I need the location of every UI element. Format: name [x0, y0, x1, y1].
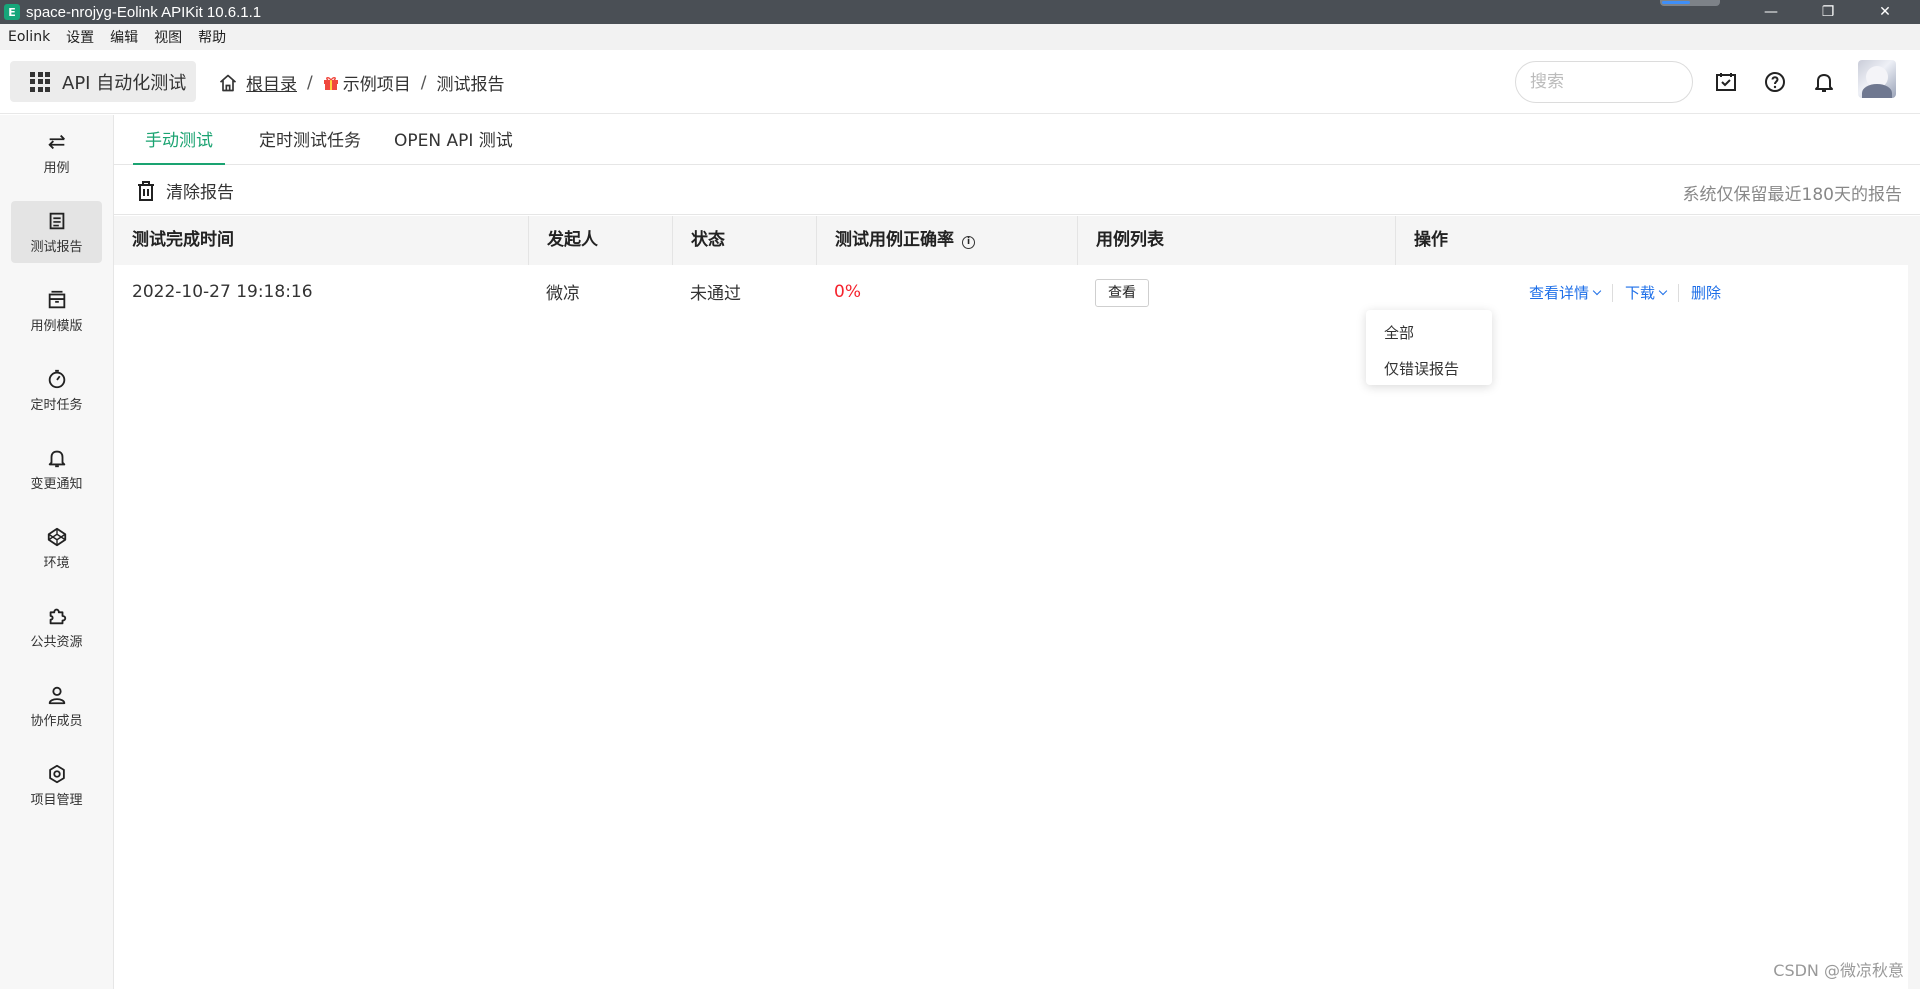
timer-icon: [48, 369, 65, 388]
puzzle-icon: [49, 608, 66, 624]
clear-reports-button[interactable]: 清除报告: [136, 178, 234, 203]
column-header-initiator: 发起人: [528, 216, 672, 265]
menu-edit[interactable]: 编辑: [102, 27, 146, 47]
column-header-actions: 操作: [1395, 216, 1908, 265]
bell-icon[interactable]: [1812, 70, 1836, 94]
menu-bar: Eolink 设置 编辑 视图 帮助: [0, 24, 1920, 50]
menu-eolink[interactable]: Eolink: [0, 29, 58, 45]
info-icon[interactable]: i: [962, 236, 975, 249]
breadcrumb-current: 测试报告: [436, 75, 505, 95]
delete-link[interactable]: 删除: [1691, 282, 1721, 303]
close-window-button[interactable]: ✕: [1862, 0, 1908, 24]
cell-case-list: 查看: [1077, 266, 1149, 322]
product-switcher[interactable]: API 自动化测试: [10, 61, 196, 102]
cell-time: 2022-10-27 19:18:16: [132, 282, 313, 302]
retention-notice: 系统仅保留最近180天的报告: [1682, 185, 1902, 205]
table-row: 2022-10-27 19:18:16 微凉 未通过 0% 查看 查看详情 下载…: [114, 265, 1908, 321]
download-dropdown[interactable]: 下载: [1625, 282, 1668, 303]
sidebar-item-label: 环境: [43, 555, 70, 571]
sidebar-item-cases[interactable]: 用例: [11, 122, 102, 184]
sidebar-item-resources[interactable]: 公共资源: [11, 596, 102, 658]
restore-button[interactable]: ❐: [1805, 0, 1851, 24]
swap-arrows-icon: [47, 134, 65, 149]
window-titlebar: E space-nrojyg-Eolink APIKit 10.6.1.1 — …: [0, 0, 1920, 24]
report-tabs: 手动测试 定时测试任务 OPEN API 测试: [114, 115, 1920, 165]
settings-icon: [48, 764, 65, 783]
app-logo-icon: E: [4, 4, 20, 20]
sidebar-item-label: 用例: [43, 160, 70, 176]
chevron-down-icon: [1658, 286, 1668, 296]
view-details-menu: 全部 仅错误报告: [1366, 310, 1492, 385]
watermark: CSDN @微凉秋意: [1773, 961, 1904, 980]
trash-icon: [138, 180, 154, 201]
column-header-status: 状态: [672, 216, 816, 265]
user-icon: [48, 686, 65, 704]
sidebar-item-reports[interactable]: 测试报告: [11, 201, 102, 263]
avatar[interactable]: [1858, 60, 1896, 98]
window-title: space-nrojyg-Eolink APIKit 10.6.1.1: [26, 3, 262, 21]
sidebar-item-label: 变更通知: [30, 476, 83, 492]
help-icon[interactable]: [1763, 70, 1787, 94]
row-actions: 查看详情 下载 删除: [1529, 282, 1721, 303]
sidebar-item-label: 协作成员: [30, 713, 83, 729]
titlebar-indicator: [1660, 0, 1720, 6]
column-header-cases: 用例列表: [1077, 216, 1395, 265]
bell-icon: [48, 450, 65, 467]
sidebar-item-label: 公共资源: [30, 634, 83, 650]
column-header-rate-label: 测试用例正确率: [835, 230, 954, 250]
menu-view[interactable]: 视图: [146, 27, 190, 47]
breadcrumb-project[interactable]: 示例项目: [343, 70, 411, 95]
breadcrumb-separator: /: [307, 72, 313, 93]
sidebar-item-notifications[interactable]: 变更通知: [11, 438, 102, 500]
gift-icon: [323, 76, 338, 90]
sidebar-item-label: 用例模版: [30, 318, 83, 334]
cell-initiator: 微凉: [546, 284, 580, 304]
sidebar-item-members[interactable]: 协作成员: [11, 675, 102, 737]
sidebar-item-environment[interactable]: 环境: [11, 517, 102, 579]
breadcrumb-root[interactable]: 根目录: [246, 70, 297, 95]
menu-item-errors-only[interactable]: 仅错误报告: [1366, 352, 1492, 388]
tab-open-api-test[interactable]: OPEN API 测试: [382, 129, 525, 165]
report-toolbar: 清除报告 系统仅保留最近180天的报告: [114, 166, 1920, 215]
template-icon: [48, 290, 65, 308]
home-icon: [219, 74, 237, 91]
cell-rate: 0%: [834, 282, 861, 302]
menu-item-all[interactable]: 全部: [1366, 316, 1492, 352]
search-input[interactable]: 搜索: [1515, 61, 1693, 103]
scrollbar-track[interactable]: [1908, 216, 1920, 989]
divider: [1612, 283, 1614, 302]
clear-reports-label: 清除报告: [166, 183, 234, 203]
menu-settings[interactable]: 设置: [58, 27, 102, 47]
column-header-rate: 测试用例正确率 i: [816, 216, 1077, 265]
sidebar-item-templates[interactable]: 用例模版: [11, 280, 102, 342]
table-header: 测试完成时间 发起人 状态 测试用例正确率 i 用例列表 操作: [114, 216, 1908, 265]
view-details-label: 查看详情: [1529, 284, 1590, 302]
sidebar-item-project-settings[interactable]: 项目管理: [11, 754, 102, 816]
sidebar-item-label: 项目管理: [30, 792, 83, 808]
minimize-button[interactable]: —: [1748, 0, 1794, 24]
column-header-time: 测试完成时间: [132, 230, 234, 250]
apps-grid-icon: [30, 71, 50, 92]
menu-help[interactable]: 帮助: [190, 27, 234, 47]
sidebar-item-scheduled[interactable]: 定时任务: [11, 359, 102, 421]
calendar-check-icon[interactable]: [1714, 70, 1738, 94]
sidebar: 用例 测试报告 用例模版 定时任务 变更通知 环境 公共资源 协作成员 项目管理: [0, 115, 114, 989]
divider: [1678, 283, 1680, 302]
chevron-down-icon: [1592, 286, 1602, 296]
breadcrumb-separator: /: [420, 72, 427, 93]
breadcrumb: 根目录 / 示例项目 / 测试报告: [218, 70, 504, 95]
tab-manual-test[interactable]: 手动测试: [133, 129, 225, 165]
sidebar-item-label: 定时任务: [30, 397, 83, 413]
sidebar-item-label: 测试报告: [30, 239, 83, 255]
report-icon: [49, 212, 64, 229]
app-header: API 自动化测试 根目录 / 示例项目 / 测试报告 搜索: [0, 50, 1920, 114]
download-label: 下载: [1625, 284, 1656, 302]
cell-status: 未通过: [690, 284, 741, 304]
product-name: API 自动化测试: [62, 72, 187, 94]
environment-icon: [47, 527, 66, 546]
view-cases-button[interactable]: 查看: [1095, 279, 1149, 307]
tab-scheduled-test[interactable]: 定时测试任务: [247, 129, 373, 165]
view-details-dropdown[interactable]: 查看详情: [1529, 282, 1602, 303]
